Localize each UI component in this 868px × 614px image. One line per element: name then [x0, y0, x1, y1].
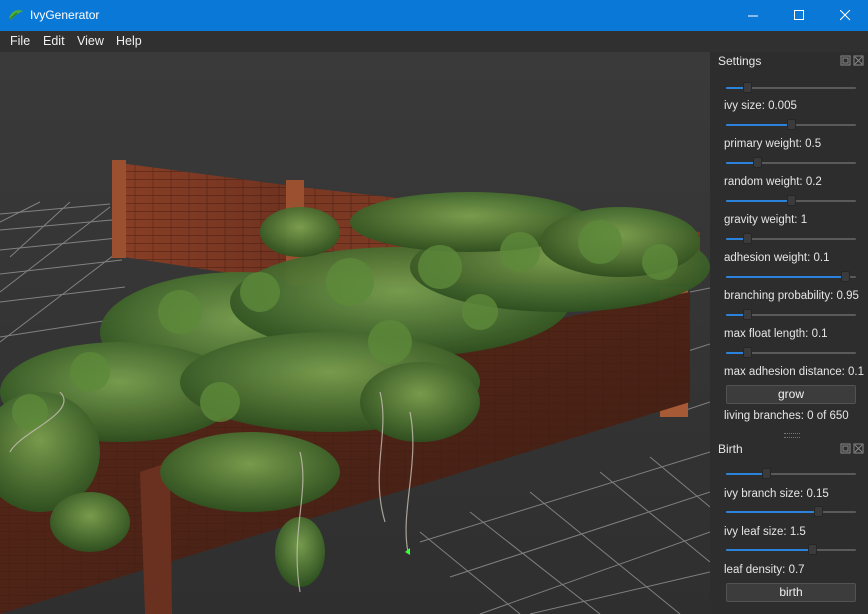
slider-ivy-leaf-size[interactable] — [726, 506, 856, 518]
label-ivy-size: ivy size: 0.005 — [724, 100, 797, 112]
ivy-scene — [0, 52, 710, 614]
settings-dock-buttons — [840, 55, 866, 67]
minimize-icon — [747, 15, 758, 17]
label-branching-probability: branching probability: 0.95 — [724, 290, 859, 302]
slider-gravity-weight[interactable] — [726, 195, 856, 207]
ivy-leaf-icon — [9, 10, 23, 20]
slider-max-float-length[interactable] — [726, 309, 856, 321]
label-primary-weight: primary weight: 0.5 — [724, 138, 822, 150]
close-button[interactable] — [822, 0, 868, 31]
menu-bar: File Edit View Help — [0, 31, 868, 53]
birth-dock-title: Birth — [718, 442, 743, 456]
close-icon — [839, 10, 850, 21]
menu-help[interactable]: Help — [116, 34, 142, 48]
dock-splitter-handle[interactable] — [784, 433, 800, 438]
grow-button[interactable]: grow — [726, 385, 856, 404]
slider-branching-probability[interactable] — [726, 271, 856, 283]
window-title: IvyGenerator — [30, 8, 100, 22]
maximize-button[interactable] — [776, 0, 822, 31]
minimize-button[interactable] — [730, 0, 776, 31]
menu-edit[interactable]: Edit — [43, 34, 65, 48]
dock-float-close-icon[interactable] — [840, 443, 866, 455]
maximize-icon — [793, 10, 804, 20]
birth-dock-buttons — [840, 443, 866, 455]
menu-view[interactable]: View — [77, 34, 104, 48]
title-bar[interactable]: IvyGenerator — [0, 0, 868, 31]
label-leaf-density: leaf density: 0.7 — [724, 564, 805, 576]
slider-random-weight[interactable] — [726, 157, 856, 169]
slider-adhesion-weight[interactable] — [726, 233, 856, 245]
label-ivy-branch-size: ivy branch size: 0.15 — [724, 488, 829, 500]
slider-leaf-density[interactable] — [726, 544, 856, 556]
label-adhesion-weight: adhesion weight: 0.1 — [724, 252, 830, 264]
label-gravity-weight: gravity weight: 1 — [724, 214, 808, 226]
slider-ivy-branch-size[interactable] — [726, 468, 856, 480]
birth-button[interactable]: birth — [726, 583, 856, 602]
slider-primary-weight[interactable] — [726, 119, 856, 131]
label-random-weight: random weight: 0.2 — [724, 176, 822, 188]
settings-dock-title: Settings — [718, 54, 762, 68]
slider-max-adhesion-distance[interactable] — [726, 347, 856, 359]
dock-float-close-icon[interactable] — [840, 55, 866, 67]
menu-file[interactable]: File — [10, 34, 30, 48]
slider-ivy-size[interactable] — [726, 82, 856, 94]
settings-dock: Settings ivy size: 0.005 primary weight:… — [710, 52, 868, 614]
living-branches-status: living branches: 0 of 650 — [724, 410, 849, 422]
3d-viewport[interactable] — [0, 52, 710, 614]
label-max-float-length: max float length: 0.1 — [724, 328, 828, 340]
label-ivy-leaf-size: ivy leaf size: 1.5 — [724, 526, 806, 538]
label-max-adhesion-distance: max adhesion distance: 0.1 — [724, 366, 865, 378]
